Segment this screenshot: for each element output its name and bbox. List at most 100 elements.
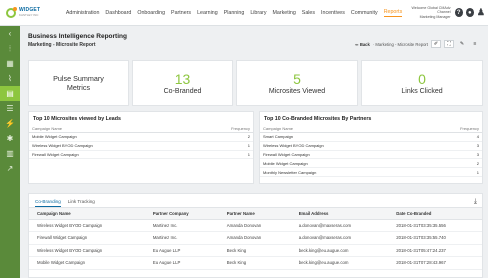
nav-item-dashboard[interactable]: Dashboard bbox=[105, 10, 131, 16]
co-branding-table: Campaign Name Partner Company Partner Name… bbox=[29, 208, 482, 270]
sidebar-item-bolt[interactable]: ⚡ bbox=[0, 116, 20, 131]
sidebar-item-line-chart[interactable]: ⌇ bbox=[0, 71, 20, 86]
frequency-cell: 1 bbox=[421, 167, 482, 177]
nav-item-sales[interactable]: Sales bbox=[302, 10, 315, 16]
tab-co-branding[interactable]: Co-Branding bbox=[35, 199, 61, 207]
pin-icon[interactable]: ✐ bbox=[431, 40, 441, 48]
welcome-text: Welcome Global CMAdv Channel Marketing M… bbox=[402, 6, 450, 18]
expand-icon[interactable]: ⛶ bbox=[444, 40, 454, 48]
partner-company-cell: Martinez Inc. bbox=[144, 219, 219, 232]
column-header[interactable]: Frequency bbox=[421, 125, 482, 133]
user-avatar-icon[interactable]: ● bbox=[465, 8, 474, 17]
table-row[interactable]: Mobile Widget Campaign 2 bbox=[260, 158, 482, 169]
tab-link-tracking[interactable]: Link Tracking bbox=[68, 199, 95, 207]
frequency-cell: 2 bbox=[192, 132, 253, 142]
stat-value: 13 bbox=[174, 70, 191, 87]
frequency-cell: 1 bbox=[192, 150, 253, 160]
stat-card-pulse-summary: Pulse Summary Metrics bbox=[28, 60, 129, 106]
sidebar-item-settings[interactable]: ✱ bbox=[0, 131, 20, 146]
line-chart-icon: ⌇ bbox=[8, 74, 12, 83]
sidebar-item-bar-chart[interactable]: ☰ bbox=[0, 101, 20, 116]
nav-item-learning[interactable]: Learning bbox=[197, 10, 218, 16]
date-cell: 2018-01-31T03:35:55.740 bbox=[388, 231, 482, 245]
welcome-line: Welcome Global CMAdv Channel bbox=[411, 6, 451, 15]
report-icon: ▤ bbox=[6, 89, 14, 98]
stat-card-microsites-viewed[interactable]: 5 Microsites Viewed bbox=[236, 60, 358, 106]
menu-icon[interactable]: ≡ bbox=[470, 40, 480, 48]
table-row[interactable]: Wireless Widget BYOD Campaign Martinez In… bbox=[29, 219, 482, 232]
column-header[interactable]: Campaign Name bbox=[29, 208, 145, 220]
sidebar-item-grid[interactable]: ▦ bbox=[0, 56, 20, 71]
table-row[interactable]: Wireless Widget BYOD Campaign Eu Augue LL… bbox=[29, 244, 482, 257]
campaign-name-cell: Mobile Widget Campaign bbox=[29, 256, 145, 270]
brand-logo[interactable]: WIDGET KASTLEY INC bbox=[0, 6, 64, 18]
nav-item-reports[interactable]: Reports bbox=[383, 9, 403, 17]
sidebar-item-table[interactable]: ▥ bbox=[0, 146, 20, 161]
nav-item-onboarding[interactable]: Onboarding bbox=[137, 10, 165, 16]
panel-title: Top 10 Microsites viewed by Leads bbox=[33, 116, 121, 122]
stat-value: 5 bbox=[293, 70, 301, 87]
nav-item-community[interactable]: Community bbox=[351, 10, 378, 16]
bar-chart-icon: ☰ bbox=[6, 104, 14, 113]
partners-table: Campaign Name Frequency Smart Campaign 4 W… bbox=[260, 125, 482, 177]
chart-icon: ⦙ bbox=[9, 43, 11, 53]
sidebar-item-chart[interactable]: ⦙ bbox=[0, 41, 20, 56]
help-icon[interactable]: ? bbox=[454, 8, 463, 17]
stat-value: 0 bbox=[418, 70, 426, 87]
stat-card-co-branded[interactable]: 13 Co-Branded bbox=[132, 60, 233, 106]
table-row[interactable]: Firewall Widget Campaign 3 bbox=[260, 150, 482, 160]
email-cell: beck.king@eu.augue.com bbox=[290, 244, 389, 257]
main-nav: Administration Dashboard Onboarding Partner… bbox=[66, 9, 403, 17]
back-label: Back bbox=[359, 41, 370, 47]
campaign-name-cell: Wireless Widget BYOD Campaign bbox=[29, 244, 145, 257]
column-header[interactable]: Frequency bbox=[192, 125, 253, 133]
co-branding-panel: Co-Branding Link Tracking ⤓ Campaign Nam… bbox=[28, 193, 483, 278]
column-header[interactable]: Campaign Name bbox=[29, 125, 193, 133]
frequency-cell: 3 bbox=[421, 150, 482, 160]
notification-bell-icon[interactable]: ♟ bbox=[477, 7, 485, 17]
table-row[interactable]: Mobile Widget Campaign Eu Augue LLP Beck K… bbox=[29, 256, 482, 270]
column-header[interactable]: Campaign Name bbox=[260, 125, 422, 133]
column-header[interactable]: Date Co-Branded bbox=[388, 208, 482, 220]
nav-item-library[interactable]: Library bbox=[250, 10, 266, 16]
table-row[interactable]: Wireless Widget BYOD Campaign 3 bbox=[260, 141, 482, 151]
grid-icon: ▦ bbox=[6, 59, 14, 68]
edit-icon[interactable]: ✎ bbox=[457, 40, 467, 48]
table-row[interactable]: Mobile Widget Campaign 2 bbox=[29, 132, 253, 142]
stat-label: Microsites Viewed bbox=[268, 87, 326, 95]
email-cell: a.donovan@maxseras.com bbox=[290, 231, 389, 245]
campaign-name-cell: Wireless Widget BYOD Campaign bbox=[29, 141, 193, 151]
nav-item-incentives[interactable]: Incentives bbox=[321, 10, 345, 16]
table-row[interactable]: Firewall Widget Campaign Martinez Inc. Ama… bbox=[29, 231, 482, 245]
sidebar-item-report[interactable]: ▤ bbox=[0, 86, 20, 101]
nav-item-marketing[interactable]: Marketing bbox=[273, 10, 296, 16]
table-row[interactable]: Wireless Widget BYOD Campaign 1 bbox=[29, 141, 253, 151]
table-row[interactable]: Firewall Widget Campaign 1 bbox=[29, 150, 253, 160]
page-header: Business Intelligence Reporting Marketin… bbox=[28, 33, 480, 55]
campaign-name-cell: Wireless Widget BYOD Campaign bbox=[260, 141, 422, 151]
sidebar-item-trend[interactable]: ↗ bbox=[0, 161, 20, 176]
campaign-name-cell: Firewall Widget Campaign bbox=[260, 150, 422, 160]
column-header[interactable]: Email Address bbox=[290, 208, 389, 220]
nav-item-administration[interactable]: Administration bbox=[66, 10, 100, 16]
campaign-name-cell: Firewall Widget Campaign bbox=[29, 231, 145, 245]
download-icon[interactable]: ⤓ bbox=[474, 198, 477, 206]
email-cell: a.donovan@maxseras.com bbox=[290, 219, 389, 232]
date-cell: 2018-01-31T05:47:24.237 bbox=[388, 244, 482, 257]
stat-card-links-clicked[interactable]: 0 Links Clicked bbox=[361, 60, 483, 106]
stat-label: Links Clicked bbox=[401, 87, 443, 95]
tab-bar: Co-Branding Link Tracking ⤓ bbox=[29, 194, 482, 208]
column-header[interactable]: Partner Name bbox=[218, 208, 291, 220]
partner-name-cell: Beck King bbox=[218, 244, 291, 257]
nav-item-planning[interactable]: Planning bbox=[224, 10, 245, 16]
table-row[interactable]: Smart Campaign 4 bbox=[260, 132, 482, 142]
nav-item-partners[interactable]: Partners bbox=[171, 10, 191, 16]
panel-title: Top 10 Co-Branded Microsites By Partners bbox=[264, 116, 372, 122]
table-row[interactable]: Monthly Newsletter Campaign 1 bbox=[260, 167, 482, 177]
sidebar-item-chevron-left[interactable]: ‹ bbox=[0, 26, 20, 41]
date-cell: 2018-01-31T03:35:35.556 bbox=[388, 219, 482, 232]
campaign-name-cell: Firewall Widget Campaign bbox=[29, 150, 193, 160]
leads-table: Campaign Name Frequency Mobile Widget Ca… bbox=[29, 125, 253, 160]
column-header[interactable]: Partner Company bbox=[144, 208, 219, 220]
back-link[interactable]: ⇚ Back bbox=[355, 42, 370, 47]
